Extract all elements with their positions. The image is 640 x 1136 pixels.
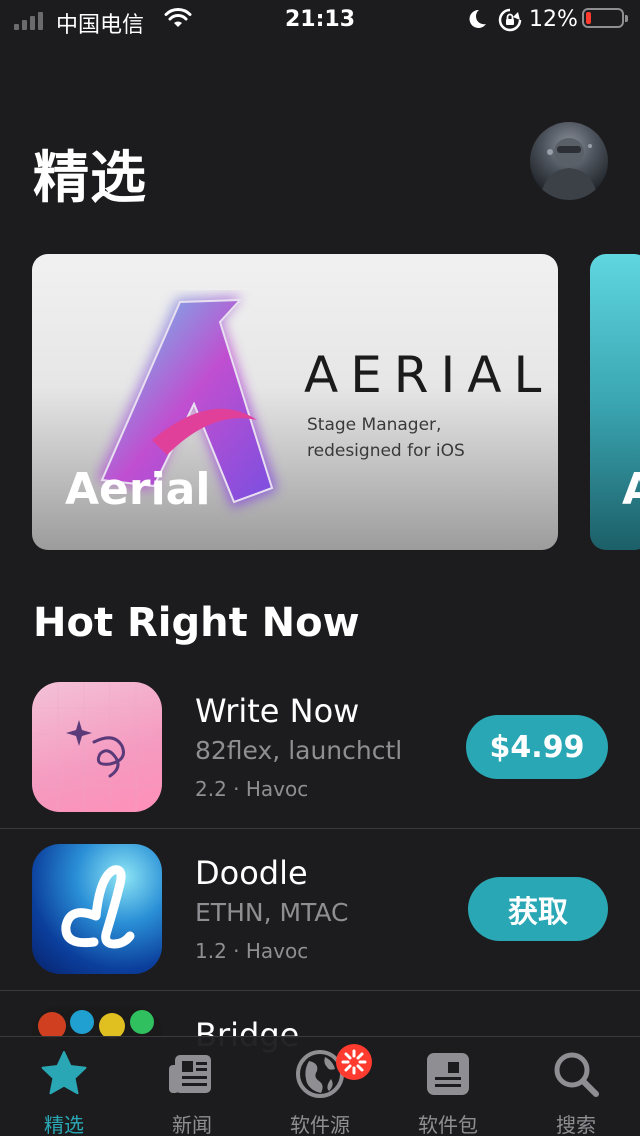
battery-icon [582, 8, 628, 28]
tab-label: 软件源 [290, 1113, 350, 1136]
write-now-app-icon [32, 682, 162, 812]
get-button[interactable]: 获取 [468, 877, 608, 941]
tab-bar: 精选 新闻 软件源 软件包 搜索 [0, 1036, 640, 1136]
banner-label: Aerial [65, 464, 211, 515]
tab-featured[interactable]: 精选 [0, 1037, 128, 1136]
featured-banner-next[interactable]: A [590, 254, 640, 550]
avatar-image [540, 138, 598, 200]
tab-search[interactable]: 搜索 [512, 1037, 640, 1136]
banner-wordmark: AERIAL [304, 346, 554, 404]
tab-label: 搜索 [556, 1113, 596, 1136]
section-title-hot-right-now: Hot Right Now [33, 600, 360, 646]
newspaper-icon [169, 1055, 211, 1093]
page-title: 精选 [33, 146, 147, 211]
app-developers: ETHN, MTAC [195, 898, 349, 927]
star-icon [41, 1051, 87, 1095]
list-item-write-now[interactable]: Write Now 82flex, launchctl 2.2 · Havoc … [0, 682, 640, 844]
tab-label: 新闻 [172, 1113, 212, 1136]
sources-activity-badge [336, 1044, 372, 1080]
next-banner-label: A [622, 464, 640, 515]
featured-banner-aerial[interactable]: AERIAL Stage Manager, redesigned for iOS… [32, 254, 558, 550]
battery-percentage: 12% [529, 7, 578, 32]
tab-label: 精选 [44, 1113, 84, 1136]
profile-avatar[interactable] [530, 122, 608, 200]
app-meta: 2.2 · Havoc [195, 777, 309, 801]
do-not-disturb-icon [469, 9, 486, 28]
doodle-app-icon [32, 844, 162, 974]
app-meta: 1.2 · Havoc [195, 939, 309, 963]
app-name: Write Now [195, 692, 360, 730]
rotation-lock-icon [498, 8, 522, 32]
divider [0, 828, 640, 829]
tab-label: 软件包 [418, 1113, 478, 1136]
divider [0, 990, 640, 991]
app-name: Doodle [195, 854, 308, 892]
status-bar: 中国电信 21:13 12% [0, 0, 640, 40]
tab-news[interactable]: 新闻 [128, 1037, 256, 1136]
search-icon [554, 1052, 599, 1097]
list-item-doodle[interactable]: Doodle ETHN, MTAC 1.2 · Havoc 获取 [0, 844, 640, 1006]
app-developers: 82flex, launchctl [195, 736, 403, 765]
app-screen: 中国电信 21:13 12% 精选 AERIAL Stage Manager, … [0, 0, 640, 1136]
package-icon [427, 1053, 469, 1095]
tab-packages[interactable]: 软件包 [384, 1037, 512, 1136]
banner-tagline: Stage Manager, redesigned for iOS [307, 415, 465, 461]
buy-button[interactable]: $4.99 [466, 715, 608, 779]
